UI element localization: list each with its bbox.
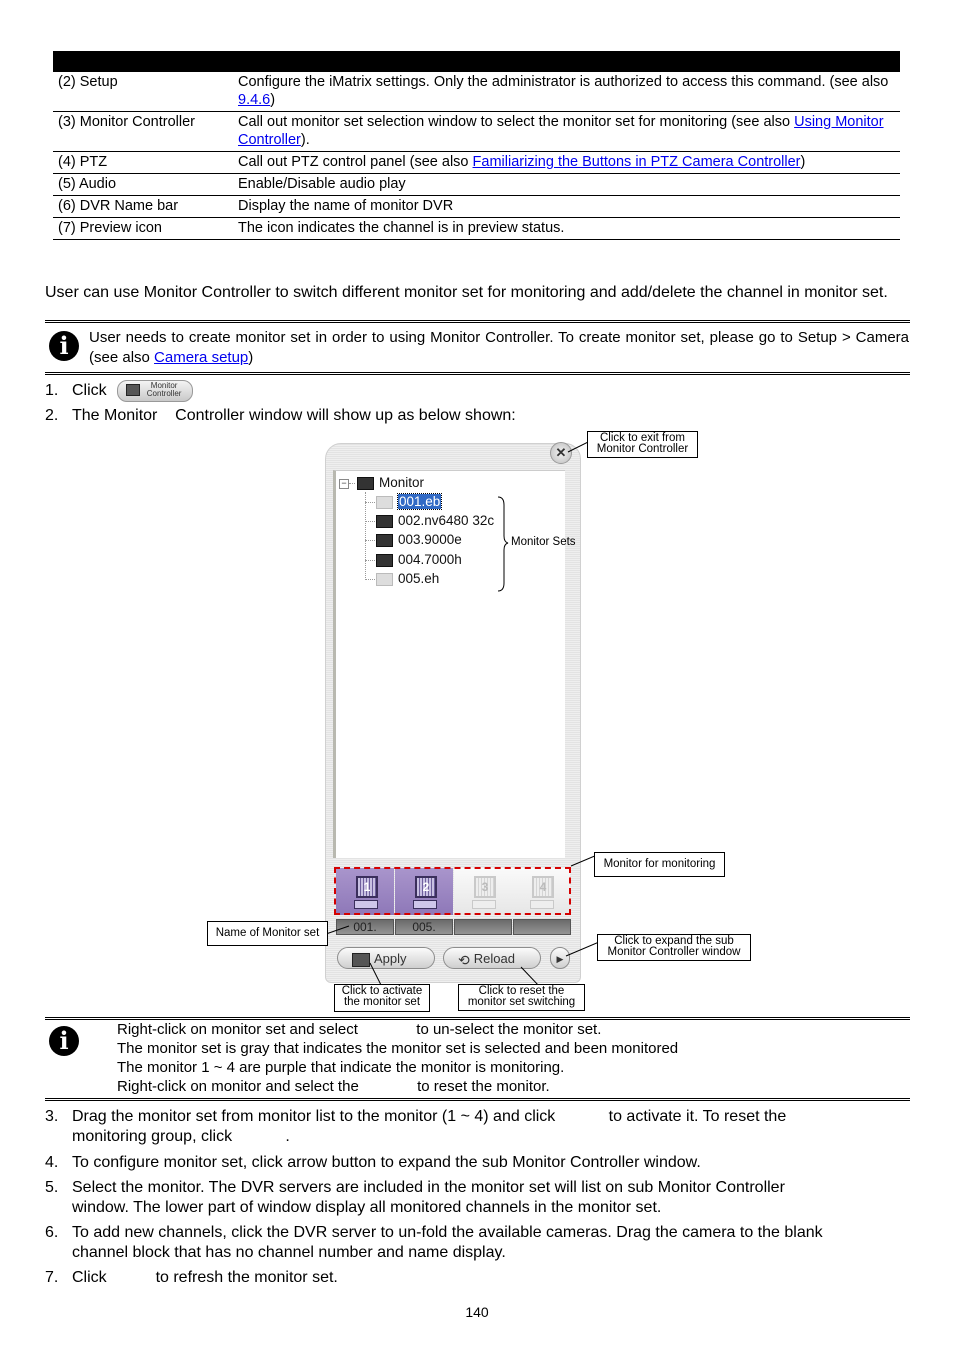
callout-monitor-sets: Monitor Sets: [511, 536, 576, 548]
step-1: 1. Click Monitor Controller: [45, 380, 194, 402]
tree-line: [349, 483, 355, 484]
note-rule-bottom: [45, 372, 910, 375]
page-number: 140: [465, 1304, 489, 1320]
monitor-icon: [376, 514, 393, 528]
table-row: (5) Audio Enable/Disable audio play: [53, 173, 900, 196]
monitor-icon: [376, 553, 393, 567]
link-camera-setup[interactable]: Camera setup: [154, 349, 248, 366]
tree-line: [365, 540, 375, 541]
callout-expand: Click to expand the sub Monitor Controll…: [597, 934, 751, 961]
step-7: 7. Click to refresh the monitor set.: [45, 1269, 338, 1286]
link-9-4-6[interactable]: 9.4.6: [238, 92, 270, 108]
step-6: 6. To add new channels, click the DVR ser…: [45, 1224, 823, 1261]
command-table: (2) Setup Configure the iMatrix settings…: [53, 51, 900, 240]
tree-line: [365, 502, 375, 503]
apply-button[interactable]: Apply: [337, 947, 435, 969]
tree-line: [365, 521, 375, 522]
monitor-check-icon: [352, 952, 370, 967]
row-item: (5) Audio: [53, 173, 233, 196]
tree-line: [365, 492, 366, 580]
expand-sub-window-button[interactable]: ▶: [550, 947, 570, 969]
row-desc: Call out monitor set selection window to…: [233, 111, 900, 152]
row-desc: Display the name of monitor DVR: [233, 195, 900, 218]
info-icon: i: [49, 331, 79, 361]
note-text: User needs to create monitor set in orde…: [89, 329, 909, 366]
monitor-icon: [357, 476, 374, 490]
table-row: (3) Monitor Controller Call out monitor …: [53, 111, 900, 152]
row-desc: Call out PTZ control panel (see also Fam…: [233, 151, 900, 174]
monitor-icon: [376, 533, 393, 547]
monitor-highlight-frame: [334, 867, 571, 915]
tree-line: [365, 560, 375, 561]
table-row: (7) Preview icon The icon indicates the …: [53, 217, 900, 240]
monitor-icon: [376, 495, 393, 509]
tree-item-monitor-set[interactable]: 001.eb: [376, 493, 443, 510]
row-desc: Enable/Disable audio play: [233, 173, 900, 196]
row-item: (4) PTZ: [53, 151, 233, 174]
tree-item-monitor-set[interactable]: 004.7000h: [376, 552, 462, 568]
note-rule-top: [45, 320, 910, 323]
row-desc: Configure the iMatrix settings. Only the…: [233, 72, 900, 112]
tree-item-monitor-set[interactable]: 005.eh: [376, 571, 439, 587]
callout-exit: Click to exit from Monitor Controller: [587, 431, 698, 458]
table-header-bar: [53, 51, 900, 72]
callout-reset: Click to reset the monitor set switching: [458, 984, 585, 1011]
row-desc: The icon indicates the channel is in pre…: [233, 217, 900, 240]
row-item: (2) Setup: [53, 72, 233, 112]
arrow-right-icon: ▶: [556, 954, 564, 964]
callout-activate: Click to activate the monitor set: [334, 984, 430, 1012]
tree-root[interactable]: Monitor: [357, 475, 424, 491]
step-2: 2. The Monitor Controller window will sho…: [45, 407, 516, 424]
tree-item-monitor-set[interactable]: 002.nv6480 32c: [376, 513, 494, 529]
monitor-controller-button[interactable]: Monitor Controller: [117, 380, 194, 402]
table-row: (4) PTZ Call out PTZ control panel (see …: [53, 151, 900, 174]
monitor-icon: [376, 572, 393, 586]
tree-item-monitor-set[interactable]: 003.9000e: [376, 532, 462, 548]
row-item: (7) Preview icon: [53, 217, 233, 240]
collapse-toggle[interactable]: −: [339, 479, 349, 489]
tree-line: [365, 579, 375, 580]
close-button[interactable]: ✕: [550, 442, 572, 464]
reload-icon: ⟲: [458, 951, 470, 968]
table-row: (6) DVR Name bar Display the name of mon…: [53, 195, 900, 218]
step-4: 4. To configure monitor set, click arrow …: [45, 1154, 701, 1171]
note2-text: Right-click on monitor set and select to…: [117, 1021, 679, 1095]
step-5: 5. Select the monitor. The DVR servers ar…: [45, 1179, 785, 1216]
monitor-set-name-1: 001.: [336, 919, 394, 935]
row-item: (6) DVR Name bar: [53, 195, 233, 218]
monitor-icon: [126, 384, 141, 396]
info-icon: i: [49, 1026, 79, 1056]
monitor-set-name-3: [454, 919, 512, 935]
intro-paragraph: User can use Monitor Controller to switc…: [45, 284, 888, 301]
monitor-set-name-2: 005.: [395, 919, 453, 935]
note2-rule-bottom: [45, 1098, 910, 1101]
row-item: (3) Monitor Controller: [53, 111, 233, 152]
close-icon: ✕: [555, 445, 567, 460]
step-3: 3. Drag the monitor set from monitor list…: [45, 1108, 787, 1145]
table-row: (2) Setup Configure the iMatrix settings…: [53, 72, 900, 112]
reload-button[interactable]: ⟲ Reload: [443, 947, 541, 969]
monitor-set-name-4: [513, 919, 571, 935]
callout-name-of-set: Name of Monitor set: [207, 921, 328, 946]
callout-monitor-for-monitoring: Monitor for monitoring: [594, 852, 725, 877]
link-ptz-buttons[interactable]: Familiarizing the Buttons in PTZ Camera …: [473, 154, 801, 170]
